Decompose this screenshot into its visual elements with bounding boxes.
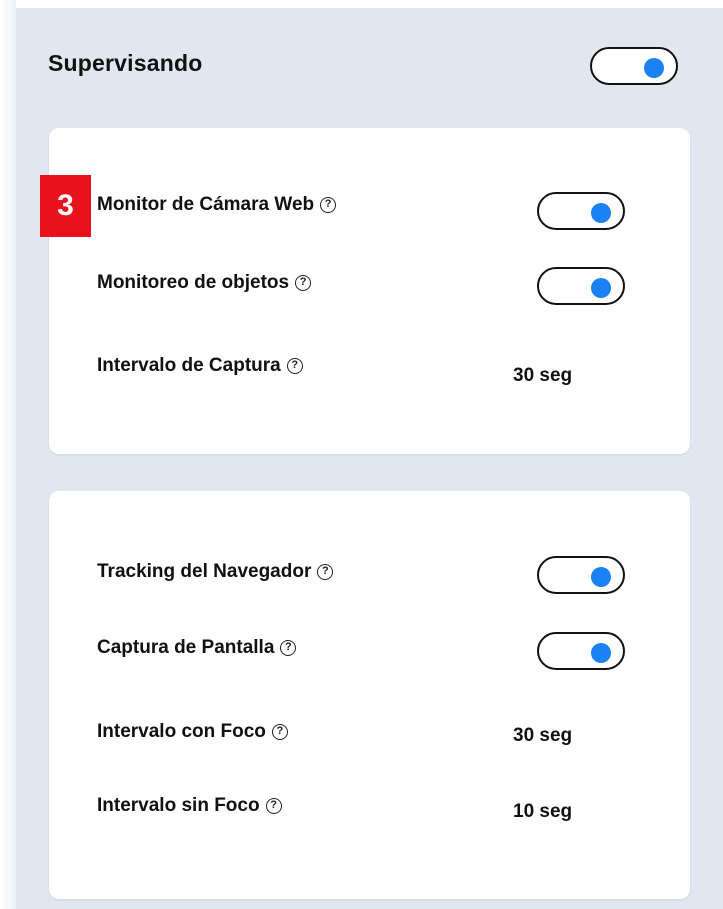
help-circle-icon[interactable]: ? xyxy=(280,640,297,656)
webcam-monitor-toggle[interactable] xyxy=(537,192,625,230)
object-monitor-label: Monitoreo de objetos ? xyxy=(97,272,312,294)
browser-settings-card xyxy=(49,491,690,899)
nofocus-interval-text: Intervalo sin Foco xyxy=(97,795,260,816)
window-edge xyxy=(0,0,16,909)
focus-interval-value[interactable]: 30 seg xyxy=(513,725,572,747)
nofocus-interval-label: Intervalo sin Foco ? xyxy=(97,795,282,817)
screen-capture-text: Captura de Pantalla xyxy=(97,637,275,658)
help-circle-icon[interactable]: ? xyxy=(286,358,303,374)
toggle-knob xyxy=(591,278,611,298)
help-circle-icon[interactable]: ? xyxy=(320,197,337,213)
webcam-monitor-text: Monitor de Cámara Web xyxy=(97,194,315,215)
step-badge: 3 xyxy=(40,175,91,237)
help-circle-icon[interactable]: ? xyxy=(317,564,334,580)
capture-interval-text: Intervalo de Captura xyxy=(97,355,281,376)
screen-capture-toggle[interactable] xyxy=(537,632,625,670)
browser-tracking-label: Tracking del Navegador ? xyxy=(97,561,334,583)
help-circle-icon[interactable]: ? xyxy=(265,798,282,814)
capture-interval-label: Intervalo de Captura ? xyxy=(97,355,303,377)
toggle-knob xyxy=(591,203,611,223)
section-title: Supervisando xyxy=(48,50,203,76)
help-circle-icon[interactable]: ? xyxy=(271,724,288,740)
toggle-knob xyxy=(644,58,664,78)
object-monitor-toggle[interactable] xyxy=(537,267,625,305)
focus-interval-label: Intervalo con Foco ? xyxy=(97,721,288,743)
toggle-knob xyxy=(591,643,611,663)
browser-tracking-text: Tracking del Navegador xyxy=(97,561,312,582)
capture-interval-value[interactable]: 30 seg xyxy=(513,365,572,387)
object-monitor-text: Monitoreo de objetos xyxy=(97,272,290,293)
webcam-monitor-label: Monitor de Cámara Web ? xyxy=(97,194,337,216)
browser-tracking-toggle[interactable] xyxy=(537,556,625,594)
help-circle-icon[interactable]: ? xyxy=(295,275,312,291)
nofocus-interval-value[interactable]: 10 seg xyxy=(513,801,572,823)
supervising-toggle[interactable] xyxy=(590,47,678,85)
toggle-knob xyxy=(591,567,611,587)
screen-capture-label: Captura de Pantalla ? xyxy=(97,637,297,659)
focus-interval-text: Intervalo con Foco xyxy=(97,721,266,742)
